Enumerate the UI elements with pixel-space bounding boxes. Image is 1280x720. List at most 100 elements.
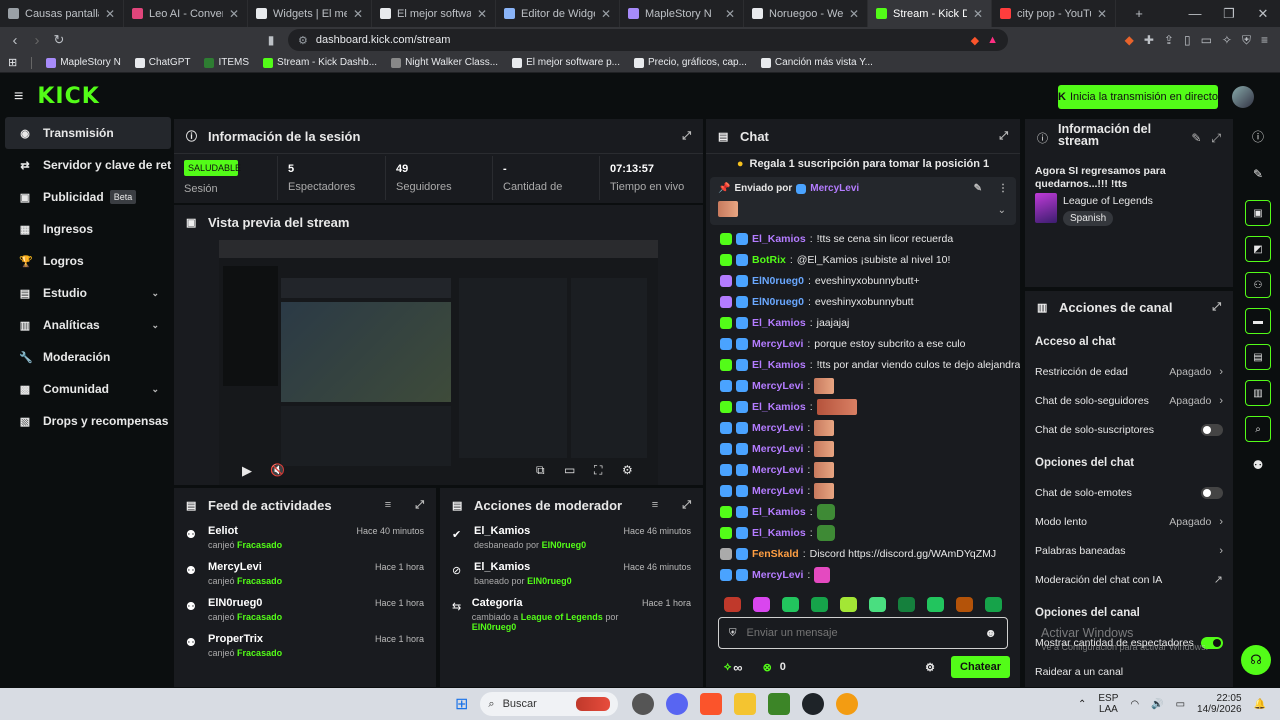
pip-icon[interactable]: ⧉ (536, 463, 545, 478)
chat-username[interactable]: MercyLevi (752, 485, 803, 497)
filter-icon[interactable]: ≡ (385, 499, 391, 511)
feed-user[interactable]: Eeliot (208, 525, 282, 537)
sidebar-item-7[interactable]: 🔧 Moderación (5, 341, 171, 373)
more-icon[interactable]: ⋮ (998, 183, 1008, 194)
fullscreen-icon[interactable]: ⛶ (594, 463, 602, 478)
sidebar-item-9[interactable]: ▧ Drops y recompensas (5, 405, 171, 437)
minecraft-icon[interactable] (768, 693, 791, 715)
vpn-icon[interactable]: ⛨ (1242, 33, 1251, 48)
sidebar-item-5[interactable]: ▤ Estudio ⌄ (5, 277, 171, 309)
puzzle-icon[interactable]: ✚ (1144, 33, 1154, 48)
close-tab-icon[interactable]: ✕ (105, 7, 115, 21)
new-tab-button[interactable]: + (1122, 6, 1156, 21)
chat-username[interactable]: El_Kamios (752, 233, 806, 245)
close-tab-icon[interactable]: ✕ (973, 7, 983, 21)
browser-tab[interactable]: Widgets | El mejor softwa ✕ (248, 0, 372, 27)
close-tab-icon[interactable]: ✕ (477, 7, 487, 21)
wifi-icon[interactable]: ◠ (1130, 699, 1139, 710)
chat-username[interactable]: BotRix (752, 254, 786, 266)
bookmark-item[interactable]: Night Walker Class... (391, 57, 498, 68)
chat-input-box[interactable]: ⛨ ☻ (718, 617, 1008, 649)
send-chat-button[interactable]: Chatear (951, 656, 1010, 678)
gift-sub-banner[interactable]: ● Regala 1 suscripción para tomar la pos… (706, 153, 1020, 173)
emote-icon[interactable] (898, 597, 915, 612)
activity-icon[interactable]: ⚉ (1236, 447, 1280, 483)
tray-chevron-icon[interactable]: ⌃ (1078, 699, 1086, 710)
followers-only-row[interactable]: Chat de solo-seguidores Apagado › (1025, 386, 1233, 415)
edit-icon[interactable]: ✎ (1236, 153, 1280, 195)
extension-icon[interactable]: ◆ (1125, 33, 1134, 48)
bookmark-item[interactable]: MapleStory N (46, 57, 121, 68)
maplestory-icon[interactable] (836, 693, 859, 715)
close-window-icon[interactable]: ✕ (1246, 6, 1280, 22)
brave-rewards-icon[interactable]: ▲ (987, 34, 998, 46)
sidebar-icon[interactable]: ▯ (1184, 33, 1191, 48)
reload-icon[interactable]: ↻ (48, 32, 70, 48)
expand-icon[interactable]: ⤢ (999, 130, 1008, 143)
chat-username[interactable]: MercyLevi (752, 422, 803, 434)
chat-settings-icon[interactable]: ⚙ (925, 661, 935, 674)
emoji-icon[interactable]: ☻ (984, 626, 997, 640)
maximize-icon[interactable]: ❐ (1212, 6, 1246, 22)
emote-icon[interactable] (956, 597, 973, 612)
chat-username[interactable]: FenSkald (752, 548, 799, 560)
theater-icon[interactable]: ▭ (564, 463, 575, 477)
expand-icon[interactable]: ⤢ (1212, 301, 1221, 314)
go-live-button[interactable]: K Inicia la transmisión en directo (1058, 85, 1218, 109)
brave-icon[interactable] (700, 693, 723, 715)
unpin-icon[interactable]: ✎ (974, 183, 982, 194)
brave-shield-icon[interactable]: ◆ (971, 34, 979, 47)
ai-moderation-row[interactable]: Moderación del chat con IA ↗ (1025, 565, 1233, 594)
leo-icon[interactable]: ✧ (1222, 33, 1232, 48)
expand-icon[interactable]: ⤢ (682, 499, 691, 512)
feed-user[interactable]: MercyLevi (208, 561, 282, 573)
site-info-icon[interactable]: ⚙ (298, 34, 308, 47)
settings-gear-icon[interactable]: ⚙ (622, 463, 633, 477)
close-tab-icon[interactable]: ✕ (229, 7, 239, 21)
stream-video[interactable] (219, 240, 658, 485)
sidebar-item-3[interactable]: ▦ Ingresos (5, 213, 171, 245)
close-tab-icon[interactable]: ✕ (849, 7, 859, 21)
bookmark-item[interactable]: Canción más vista Y... (760, 57, 873, 68)
chat-bubble-icon[interactable]: ▬ (1245, 308, 1271, 334)
video-icon[interactable]: ▤ (1245, 344, 1271, 370)
browser-tab[interactable]: El mejor software para po ✕ (372, 0, 496, 27)
support-button[interactable]: ☊ (1241, 645, 1271, 675)
bookmark-item[interactable]: ITEMS (204, 57, 249, 68)
minimize-icon[interactable]: — (1178, 6, 1212, 22)
sidebar-item-4[interactable]: 🏆 Logros (5, 245, 171, 277)
wallet-icon[interactable]: ▭ (1201, 33, 1212, 48)
close-tab-icon[interactable]: ✕ (601, 7, 611, 21)
chat-username[interactable]: MercyLevi (752, 338, 803, 350)
bookmark-item[interactable]: Stream - Kick Dashb... (263, 57, 377, 68)
bookmark-item[interactable]: Precio, gráficos, cap... (633, 57, 747, 68)
sidebar-item-6[interactable]: ▥ Analíticas ⌄ (5, 309, 171, 341)
close-tab-icon[interactable]: ✕ (353, 7, 363, 21)
mod-by[interactable]: League of Legends (521, 612, 603, 622)
menu-icon[interactable]: ≡ (1261, 33, 1268, 48)
play-icon[interactable]: ▶ (242, 463, 252, 479)
slow-mode-row[interactable]: Modo lento Apagado › (1025, 507, 1233, 536)
browser-tab[interactable]: MapleStory N ✕ (620, 0, 744, 27)
browser-tab[interactable]: city pop - YouTube ✕ (992, 0, 1116, 27)
mod-target[interactable]: El_Kamios (474, 561, 572, 573)
battery-icon[interactable]: ▭ (1176, 699, 1185, 710)
emote-icon[interactable] (724, 597, 741, 612)
browser-tab[interactable]: Editor de Widget — Dash ✕ (496, 0, 620, 27)
panel-toggle-icon[interactable]: ▣ (1245, 200, 1271, 226)
raid-row[interactable]: Raidear a un canal (1025, 657, 1233, 686)
mod-target[interactable]: Categoría (472, 597, 634, 609)
edit-icon[interactable]: ✎ (1191, 131, 1201, 145)
emote-icon[interactable] (782, 597, 799, 612)
emote-icon[interactable] (985, 597, 1002, 612)
mute-icon[interactable]: 🔇 (270, 463, 285, 477)
chat-username[interactable]: El_Kamios (752, 506, 806, 518)
chat-username[interactable]: El_Kamios (752, 317, 806, 329)
forward-icon[interactable]: › (26, 32, 48, 49)
chat-username[interactable]: El_Kamios (752, 527, 806, 539)
chat-username[interactable]: MercyLevi (752, 443, 803, 455)
mod-by[interactable]: ElN0rueg0 (527, 576, 572, 586)
mod-by[interactable]: ElN0rueg0 (542, 540, 587, 550)
discord-icon[interactable] (666, 693, 689, 715)
bookmark-icon[interactable]: ▮ (260, 33, 282, 47)
